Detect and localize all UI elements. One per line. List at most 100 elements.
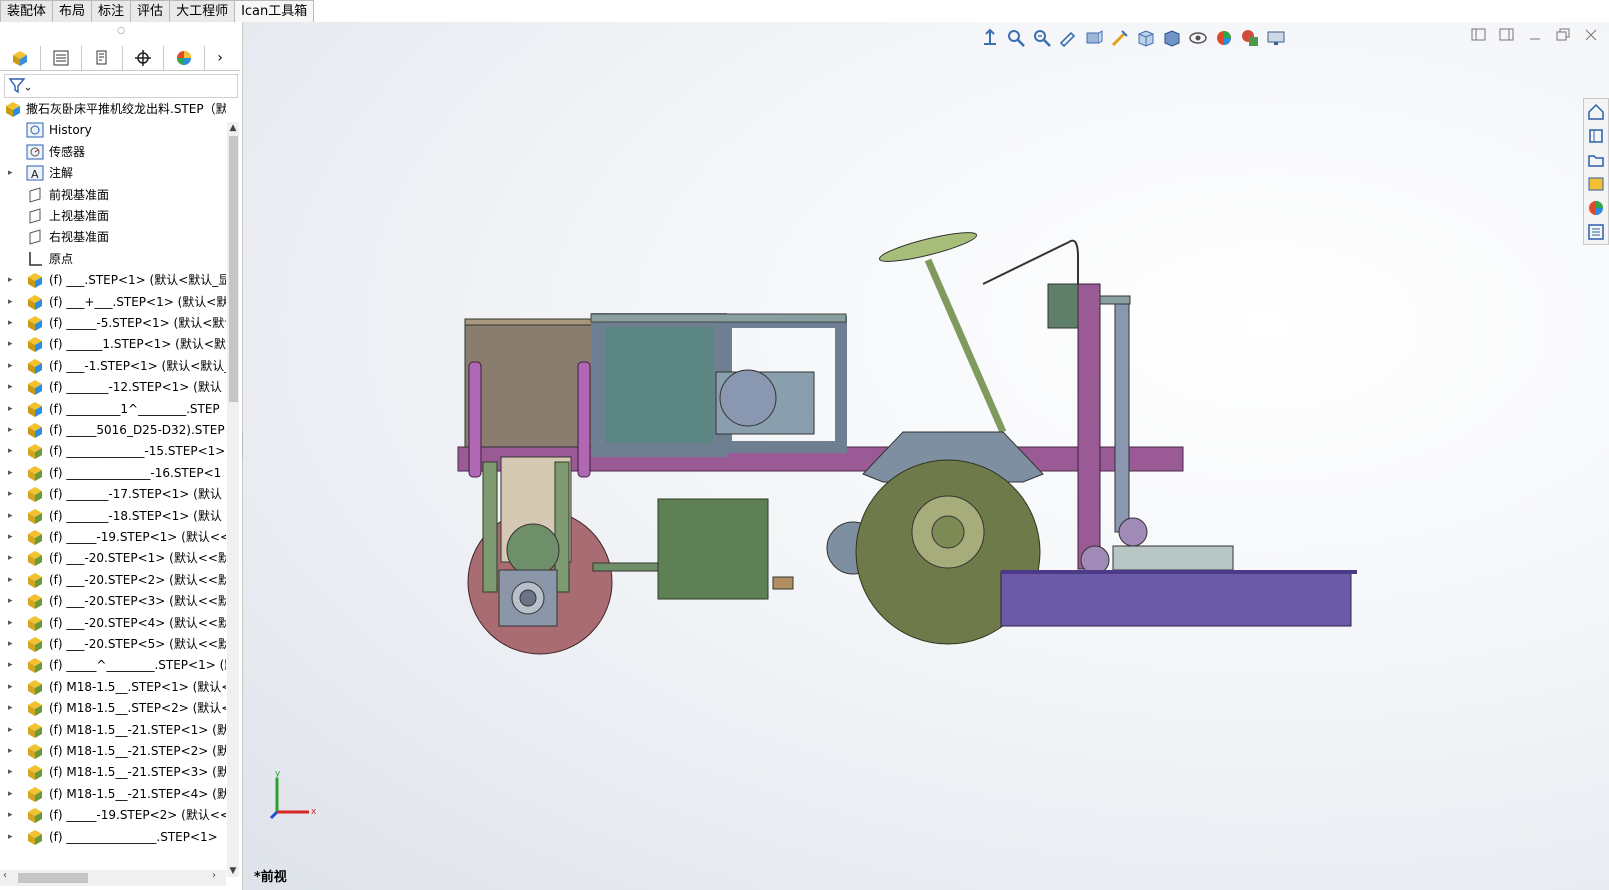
tree-row-27[interactable]: ▸ (f) M18-1.5__.STEP<2> (默认<- — [0, 697, 226, 719]
tree-row-15[interactable]: ▸ (f) _____________-15.STEP<1> — [0, 440, 226, 462]
expand-arrow-icon[interactable]: ▸ — [8, 547, 16, 569]
expand-arrow-icon[interactable]: ▸ — [8, 333, 16, 355]
chevron-right-icon[interactable]: › — [205, 46, 235, 70]
tree-row-8[interactable]: ▸ (f) ___+___.STEP<1> (默认<默 — [0, 291, 226, 313]
design-library-icon[interactable] — [1585, 125, 1607, 147]
appearances-icon[interactable] — [1585, 197, 1607, 219]
tree-row-29[interactable]: ▸ (f) M18-1.5__-21.STEP<2> (默认 — [0, 740, 226, 762]
tree-row-32[interactable]: ▸ (f) _____-19.STEP<2> (默认<<默 — [0, 804, 226, 826]
tree-row-26[interactable]: ▸ (f) M18-1.5__.STEP<1> (默认<- — [0, 676, 226, 698]
expand-arrow-icon[interactable]: ▸ — [8, 419, 16, 441]
expand-arrow-icon[interactable]: ▸ — [8, 826, 16, 848]
panel-grip[interactable]: ○ — [0, 22, 242, 40]
tree-row-9[interactable]: ▸ (f) _____-5.STEP<1> (默认<默认 — [0, 312, 226, 334]
expand-arrow-icon[interactable]: ▸ — [8, 612, 16, 634]
expand-arrow-icon[interactable]: ▸ — [8, 654, 16, 676]
hscroll-thumb[interactable] — [18, 873, 88, 883]
tree-row-13[interactable]: ▸ (f) _________1^________.STEP — [0, 398, 226, 420]
expand-arrow-icon[interactable]: ▸ — [8, 398, 16, 420]
tree-row-25[interactable]: ▸ (f) _____^________.STEP<1> (默 — [0, 654, 226, 676]
home-icon[interactable] — [1585, 101, 1607, 123]
expand-arrow-icon[interactable]: ▸ — [8, 291, 16, 313]
tab-markup[interactable]: 标注 — [91, 0, 132, 22]
expand-arrow-icon[interactable]: ▸ — [8, 376, 16, 398]
tree-row-0[interactable]: History — [0, 119, 226, 141]
configurationmanager-icon[interactable] — [82, 46, 123, 70]
tree-row-12[interactable]: ▸ (f) _______-12.STEP<1> (默认 — [0, 376, 226, 398]
expand-arrow-icon[interactable]: ▸ — [8, 740, 16, 762]
tab-evaluate[interactable]: 评估 — [130, 0, 171, 22]
scroll-thumb[interactable] — [229, 136, 238, 402]
scroll-down-icon[interactable]: ▼ — [227, 865, 239, 877]
file-explorer-icon[interactable] — [1585, 149, 1607, 171]
tree-row-14[interactable]: ▸ (f) _____5016_D25-D32).STEP< — [0, 419, 226, 441]
expand-arrow-icon[interactable]: ▸ — [8, 783, 16, 805]
tree-row-11[interactable]: ▸ (f) ___-1.STEP<1> (默认<默认_ — [0, 355, 226, 377]
tree-row-16[interactable]: ▸ (f) ______________-16.STEP<1 — [0, 462, 226, 484]
tree-row-20[interactable]: ▸ (f) ___-20.STEP<1> (默认<<默 — [0, 547, 226, 569]
expand-arrow-icon[interactable]: ▸ — [8, 676, 16, 698]
expand-arrow-icon[interactable]: ▸ — [8, 269, 16, 291]
cad-model[interactable] — [243, 22, 1609, 890]
scroll-right-icon[interactable]: › — [212, 870, 216, 881]
tab-layout[interactable]: 布局 — [52, 0, 93, 22]
dimxpert-icon[interactable] — [123, 46, 164, 70]
tree-row-1[interactable]: 传感器 — [0, 141, 226, 163]
tree-row-23[interactable]: ▸ (f) ___-20.STEP<4> (默认<<默 — [0, 612, 226, 634]
featuremanager-icon[interactable] — [0, 46, 41, 70]
expand-arrow-icon[interactable]: ▸ — [8, 483, 16, 505]
tree-vertical-scrollbar[interactable]: ▲ ▼ — [227, 122, 239, 877]
expand-arrow-icon[interactable]: ▸ — [8, 440, 16, 462]
expand-arrow-icon[interactable]: ▸ — [8, 761, 16, 783]
tree-horizontal-scrollbar[interactable]: ‹ › — [0, 870, 226, 886]
propertymanager-icon[interactable] — [41, 46, 82, 70]
view-name-label: *前视 — [254, 870, 287, 885]
tree-item-label: (f) M18-1.5__-21.STEP<1> (默认 — [49, 723, 226, 737]
tree-row-6[interactable]: 原点 — [0, 248, 226, 270]
tab-assembly[interactable]: 装配体 — [0, 0, 54, 22]
expand-arrow-icon[interactable]: ▸ — [8, 569, 16, 591]
asm-icon — [26, 764, 44, 780]
expand-arrow-icon[interactable]: ▸ — [8, 526, 16, 548]
view-palette-icon[interactable] — [1585, 173, 1607, 195]
displaymanager-icon[interactable] — [164, 46, 205, 70]
tree-filter[interactable] — [4, 74, 238, 98]
tree-row-21[interactable]: ▸ (f) ___-20.STEP<2> (默认<<默 — [0, 569, 226, 591]
expand-arrow-icon[interactable]: ▸ — [8, 697, 16, 719]
tree-row-10[interactable]: ▸ (f) ______1.STEP<1> (默认<默 — [0, 333, 226, 355]
tab-engineer[interactable]: 大工程师 — [169, 0, 236, 22]
tree-row-33[interactable]: ▸ (f) _______________.STEP<1> — [0, 826, 226, 848]
tree-row-18[interactable]: ▸ (f) _______-18.STEP<1> (默认 — [0, 505, 226, 527]
scroll-left-icon[interactable]: ‹ — [3, 870, 7, 881]
tree-item-label: 上视基准面 — [49, 209, 110, 223]
tree-row-4[interactable]: 上视基准面 — [0, 205, 226, 227]
tree-row-3[interactable]: 前视基准面 — [0, 184, 226, 206]
expand-arrow-icon[interactable]: ▸ — [8, 633, 16, 655]
tree-row-28[interactable]: ▸ (f) M18-1.5__-21.STEP<1> (默认 — [0, 719, 226, 741]
tree-row-5[interactable]: 右视基准面 — [0, 226, 226, 248]
tree-row-19[interactable]: ▸ (f) _____-19.STEP<1> (默认<<默 — [0, 526, 226, 548]
tree-item-label: 注解 — [49, 166, 74, 180]
tree-row-24[interactable]: ▸ (f) ___-20.STEP<5> (默认<<默 — [0, 633, 226, 655]
tree-row-2[interactable]: ▸ A 注解 — [0, 162, 226, 184]
tree-row-22[interactable]: ▸ (f) ___-20.STEP<3> (默认<<默 — [0, 590, 226, 612]
graphics-area[interactable]: y x — [243, 22, 1609, 890]
tree-row-7[interactable]: ▸ (f) ___.STEP<1> (默认<默认_显 — [0, 269, 226, 291]
tree-row-30[interactable]: ▸ (f) M18-1.5__-21.STEP<3> (默认 — [0, 761, 226, 783]
expand-arrow-icon[interactable]: ▸ — [8, 312, 16, 334]
tree-row-17[interactable]: ▸ (f) _______-17.STEP<1> (默认 — [0, 483, 226, 505]
expand-arrow-icon[interactable]: ▸ — [8, 719, 16, 741]
filter-icon[interactable] — [7, 76, 33, 96]
expand-arrow-icon[interactable]: ▸ — [8, 355, 16, 377]
custom-properties-icon[interactable] — [1585, 221, 1607, 243]
tab-ican-toolbox[interactable]: Ican工具箱 — [234, 0, 315, 22]
scroll-up-icon[interactable]: ▲ — [227, 122, 239, 134]
expand-arrow-icon[interactable]: ▸ — [8, 804, 16, 826]
expand-arrow-icon[interactable]: ▸ — [8, 162, 16, 184]
plane-icon — [26, 229, 44, 245]
expand-arrow-icon[interactable]: ▸ — [8, 462, 16, 484]
tree-row-root[interactable]: 撒石灰卧床平推机绞龙出料.STEP（默 — [0, 98, 226, 120]
expand-arrow-icon[interactable]: ▸ — [8, 590, 16, 612]
expand-arrow-icon[interactable]: ▸ — [8, 505, 16, 527]
tree-row-31[interactable]: ▸ (f) M18-1.5__-21.STEP<4> (默认 — [0, 783, 226, 805]
